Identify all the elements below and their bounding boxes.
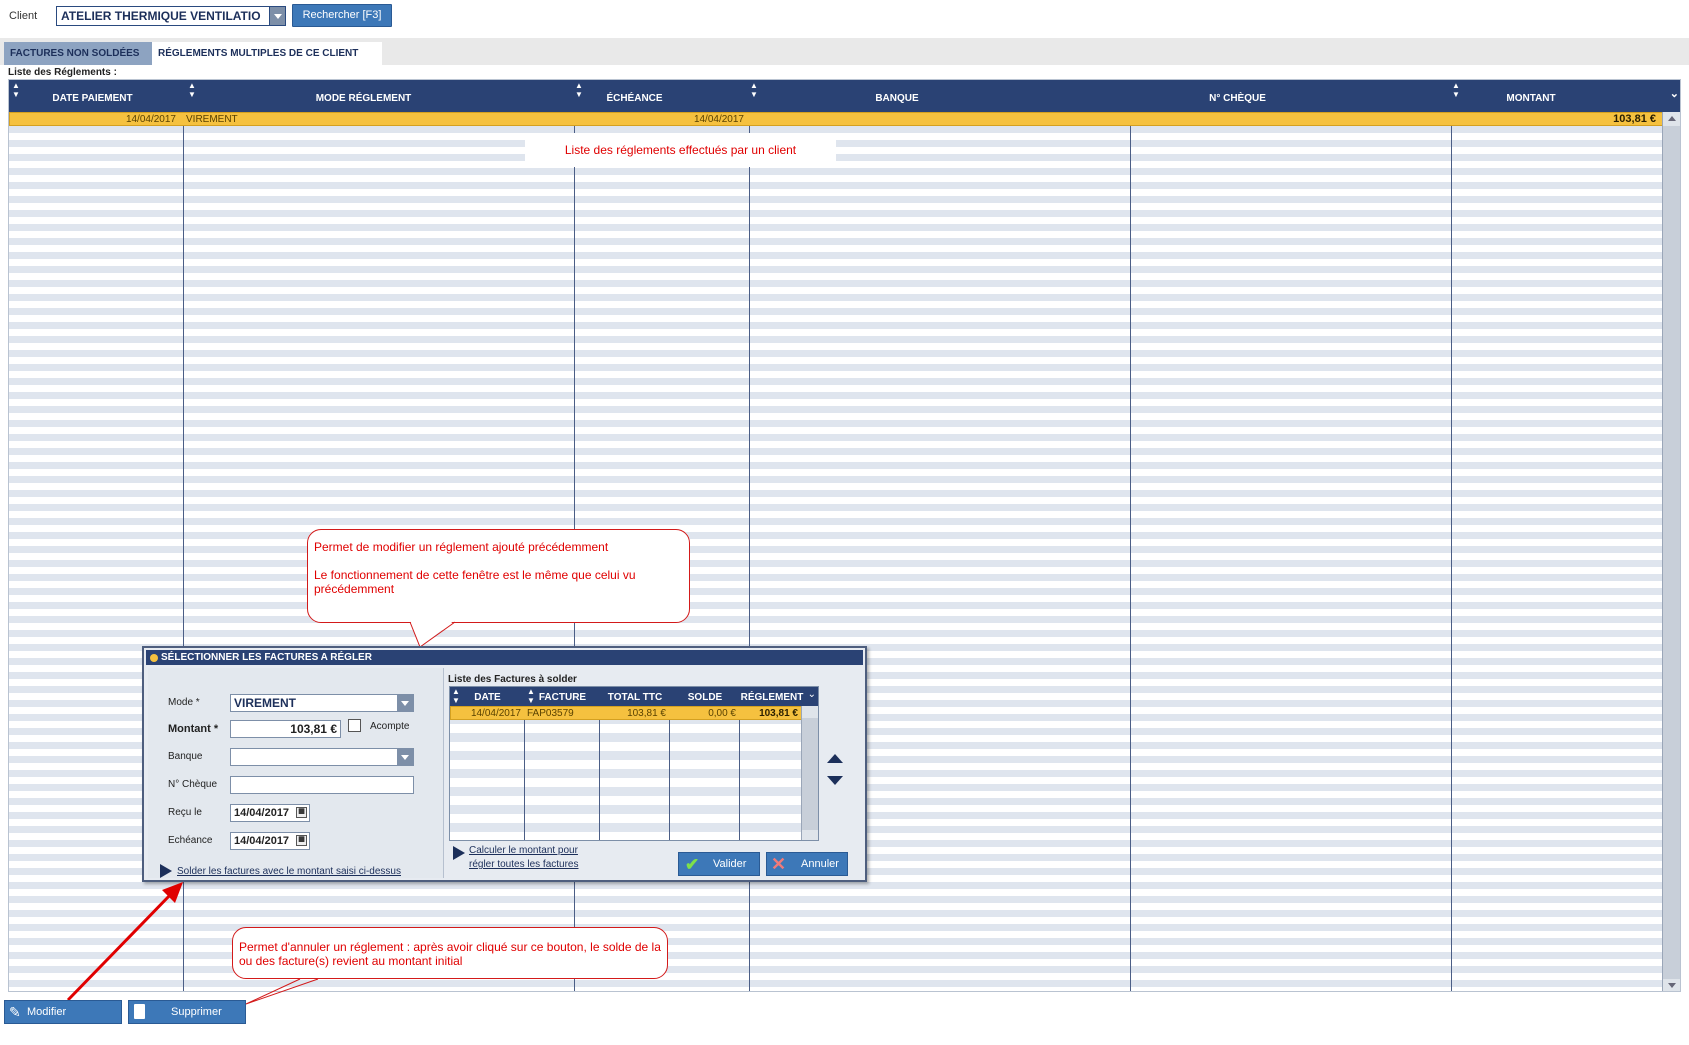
delete-button[interactable]: Supprimer bbox=[128, 1000, 246, 1024]
trash-icon bbox=[134, 1004, 145, 1019]
modify-payment-button[interactable]: ✎ Modifier Règlement bbox=[4, 1000, 122, 1040]
pencil-icon: ✎ bbox=[9, 1004, 21, 1020]
annotation-arrows bbox=[66, 882, 319, 1005]
